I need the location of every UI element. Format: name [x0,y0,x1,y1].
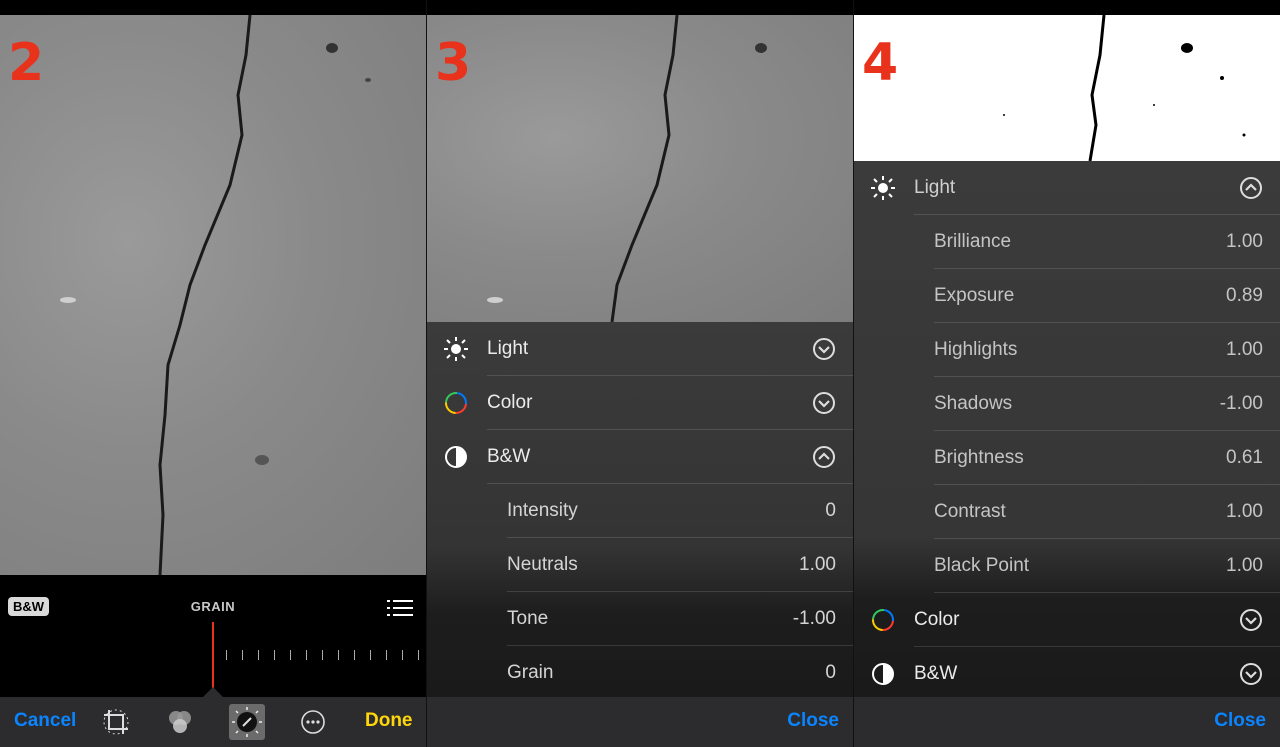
section-label: Color [914,609,960,630]
section-label: B&W [914,663,958,684]
adjustment-value: 1.00 [1226,501,1263,522]
color-wheel-icon [872,609,894,631]
adjustment-label: Grain [507,662,554,683]
crack-graphic [1003,15,1246,161]
concrete-photo: 4 [854,15,1280,161]
grain-slider-ticks[interactable] [216,648,426,662]
adjustment-row-intensity[interactable]: Intensity 0 [427,484,853,538]
slider-indicator[interactable] [212,622,214,688]
more-icon[interactable] [298,707,328,737]
crack-graphic [60,15,371,575]
adjustment-value: 0 [825,500,836,521]
section-bw[interactable]: B&W [854,647,1280,701]
adjustment-row-brightness[interactable]: Brightness 0.61 [854,431,1280,485]
adjustment-row-neutrals[interactable]: Neutrals 1.00 [427,538,853,592]
chevron-down-icon[interactable] [812,337,836,361]
close-bar: Close [854,697,1280,747]
adjustment-row-contrast[interactable]: Contrast 1.00 [854,485,1280,539]
adjustment-label: Brightness [934,447,1024,468]
section-color[interactable]: Color [854,593,1280,647]
adjustment-label: Shadows [934,393,1013,414]
adjustments-list: Light Brilliance 1.00 Exposure 0.89 High… [854,161,1280,697]
cancel-button[interactable]: Cancel [14,710,76,732]
adjustment-label: Tone [507,608,549,629]
adjustment-row-tone[interactable]: Tone -1.00 [427,592,853,646]
panel-step-4: 4 Light Brilliance 1.00 Exposure 0.89 Hi… [854,0,1280,747]
adjust-icon[interactable] [229,704,265,740]
edit-toolbar: Cancel Done [0,697,426,747]
chevron-up-icon[interactable] [812,445,836,469]
chevron-down-icon[interactable] [1239,662,1263,686]
crop-icon[interactable] [101,707,131,737]
section-label: Color [487,392,533,413]
chevron-down-icon[interactable] [1239,608,1263,632]
step-number: 4 [862,33,898,93]
section-label: Light [914,177,956,198]
panel-step-2: 2 B&W GRAIN Cancel Done [0,0,426,747]
adjustment-value: -1.00 [1219,393,1263,414]
section-label: B&W [487,446,531,467]
adjustment-row-highlights[interactable]: Highlights 1.00 [854,323,1280,377]
list-icon[interactable] [387,599,413,617]
half-circle-icon [445,446,467,468]
adjustments-list: Light Color B&W Intensity 0 Neutrals 1.0… [427,322,853,697]
chevron-up-icon[interactable] [1239,176,1263,200]
adjustment-value: 1.00 [1226,231,1263,252]
sun-icon [871,176,895,200]
panel-step-3: 3 Light Color B&W Intensity 0 Neutrals 1… [427,0,853,747]
filters-icon[interactable] [165,707,195,737]
adjustment-value: 0.89 [1226,285,1263,306]
sun-icon [444,337,468,361]
adjustment-value: 1.00 [799,554,836,575]
adjustment-row-exposure[interactable]: Exposure 0.89 [854,269,1280,323]
section-label: Light [487,338,529,359]
adjustment-value: 0.61 [1226,447,1263,468]
adjustment-value: 1.00 [1226,339,1263,360]
selected-tool-caret [203,687,223,697]
adjustment-value: -1.00 [792,608,836,629]
adjustment-row-shadows[interactable]: Shadows -1.00 [854,377,1280,431]
adjustment-label: Exposure [934,285,1015,306]
concrete-photo: 2 [0,15,426,575]
done-button[interactable]: Done [365,710,413,732]
adjustment-label: Brilliance [934,231,1012,252]
adjustment-value: 1.00 [1226,555,1263,576]
step-number: 3 [435,33,471,93]
adjustment-label: Black Point [934,555,1030,576]
adjustment-label: Contrast [934,501,1006,522]
close-button[interactable]: Close [1214,710,1266,732]
section-bw[interactable]: B&W [427,430,853,484]
color-wheel-icon [445,392,467,414]
section-light[interactable]: Light [427,322,853,376]
crack-graphic [487,15,767,322]
section-light[interactable]: Light [854,161,1280,215]
adjustment-label: Intensity [507,500,578,521]
adjustment-row-black-point[interactable]: Black Point 1.00 [854,539,1280,593]
close-button[interactable]: Close [787,710,839,732]
adjustment-row-brilliance[interactable]: Brilliance 1.00 [854,215,1280,269]
close-bar: Close [427,697,853,747]
chevron-down-icon[interactable] [812,391,836,415]
adjustment-row-grain[interactable]: Grain 0 [427,646,853,700]
adjustment-label: Neutrals [507,554,578,575]
adjustment-value: 0 [825,662,836,683]
half-circle-icon [872,663,894,685]
section-color[interactable]: Color [427,376,853,430]
step-number: 2 [8,33,44,93]
slider-label: GRAIN [190,599,236,614]
adjustment-label: Highlights [934,339,1018,360]
concrete-photo: 3 [427,15,853,322]
